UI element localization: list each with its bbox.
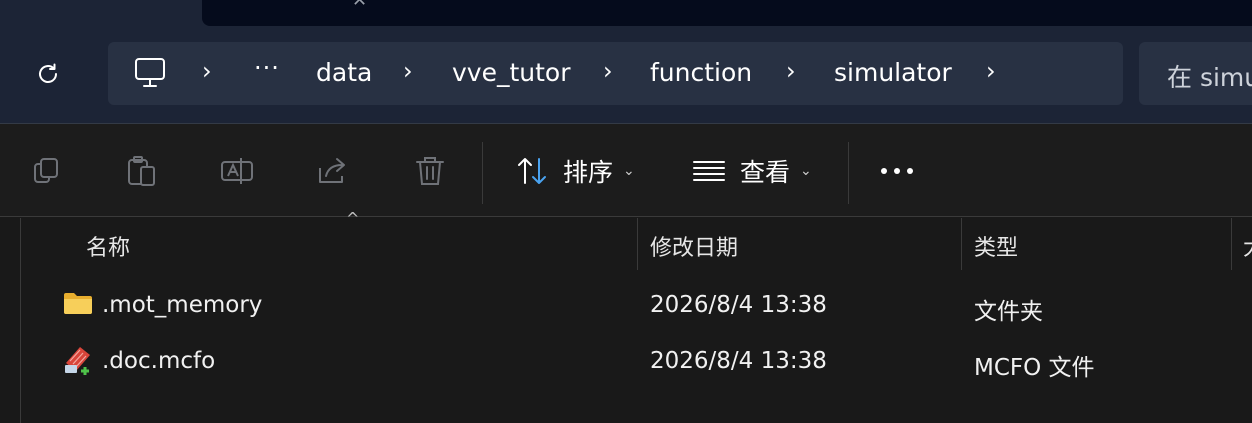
view-button[interactable]: 查看 ⌄	[692, 150, 812, 192]
table-row[interactable]: .mot_memory 2026/8/4 13:38 文件夹	[0, 278, 1252, 332]
breadcrumb-item-simulator[interactable]: simulator	[834, 58, 952, 87]
paste-icon	[128, 156, 155, 186]
tab-strip: ✕	[202, 0, 1252, 26]
chevron-right-icon[interactable]: ›	[986, 57, 996, 85]
breadcrumb-item-function[interactable]: function	[650, 58, 752, 87]
search-box[interactable]: 在 simu	[1139, 42, 1252, 105]
column-divider[interactable]	[637, 218, 638, 270]
file-type: MCFO 文件	[974, 355, 1095, 381]
breadcrumb-item-data[interactable]: data	[316, 58, 372, 87]
chevron-right-icon[interactable]: ›	[786, 57, 796, 85]
address-bar[interactable]: › ··· data › vve_tutor › function › simu…	[108, 42, 1123, 105]
paste-button[interactable]	[125, 154, 159, 188]
table-row[interactable]: .doc.mcfo 2026/8/4 13:38 MCFO 文件	[0, 334, 1252, 388]
rename-icon	[221, 158, 253, 184]
view-list-icon	[693, 161, 725, 181]
refresh-icon	[39, 63, 57, 83]
rename-button[interactable]	[220, 154, 254, 188]
copy-icon	[34, 158, 58, 183]
file-type: 文件夹	[974, 299, 1043, 325]
copy-button[interactable]	[30, 154, 64, 188]
column-size[interactable]: 大	[1243, 230, 1252, 262]
share-button[interactable]	[316, 154, 350, 188]
file-name[interactable]: .mot_memory	[102, 292, 262, 318]
this-pc-icon[interactable]	[134, 56, 166, 90]
share-icon	[319, 158, 345, 183]
sort-icon	[518, 158, 546, 184]
file-date: 2026/8/4 13:38	[650, 292, 827, 318]
sort-button[interactable]: 排序 ⌄	[515, 150, 635, 192]
column-divider[interactable]	[1231, 218, 1232, 270]
toolbar-divider	[848, 142, 849, 204]
chevron-right-icon[interactable]: ›	[403, 57, 413, 85]
column-divider[interactable]	[961, 218, 962, 270]
search-input[interactable]: 在 simu	[1167, 58, 1252, 94]
file-date: 2026/8/4 13:38	[650, 348, 827, 374]
view-label: 查看	[740, 158, 791, 187]
column-type[interactable]: 类型	[974, 230, 1018, 262]
column-name[interactable]: 名称	[86, 230, 130, 262]
file-name[interactable]: .doc.mcfo	[102, 348, 215, 374]
chevron-right-icon[interactable]: ›	[603, 57, 613, 85]
refresh-button[interactable]	[30, 59, 66, 89]
more-breadcrumbs-button[interactable]: ···	[254, 54, 280, 82]
trash-icon	[416, 157, 444, 185]
toolbar-divider	[482, 142, 483, 204]
more-options-button[interactable]	[880, 154, 914, 188]
more-icon	[881, 168, 913, 174]
delete-button[interactable]	[413, 154, 447, 188]
column-date-modified[interactable]: 修改日期	[650, 230, 738, 262]
sort-indicator-icon: ^	[346, 209, 360, 228]
command-bar: 排序 ⌄ 查看 ⌄	[0, 123, 1252, 217]
folder-icon	[64, 293, 92, 314]
sort-label: 排序	[563, 158, 614, 187]
chevron-right-icon[interactable]: ›	[202, 57, 212, 85]
mcfo-file-icon	[65, 347, 90, 375]
column-header: ^ 名称 修改日期 类型 大	[0, 209, 1252, 270]
chevron-down-icon: ⌄	[623, 163, 635, 179]
close-tab-icon[interactable]: ✕	[352, 0, 367, 11]
chevron-down-icon: ⌄	[800, 163, 812, 179]
breadcrumb-item-vve-tutor[interactable]: vve_tutor	[452, 58, 571, 87]
